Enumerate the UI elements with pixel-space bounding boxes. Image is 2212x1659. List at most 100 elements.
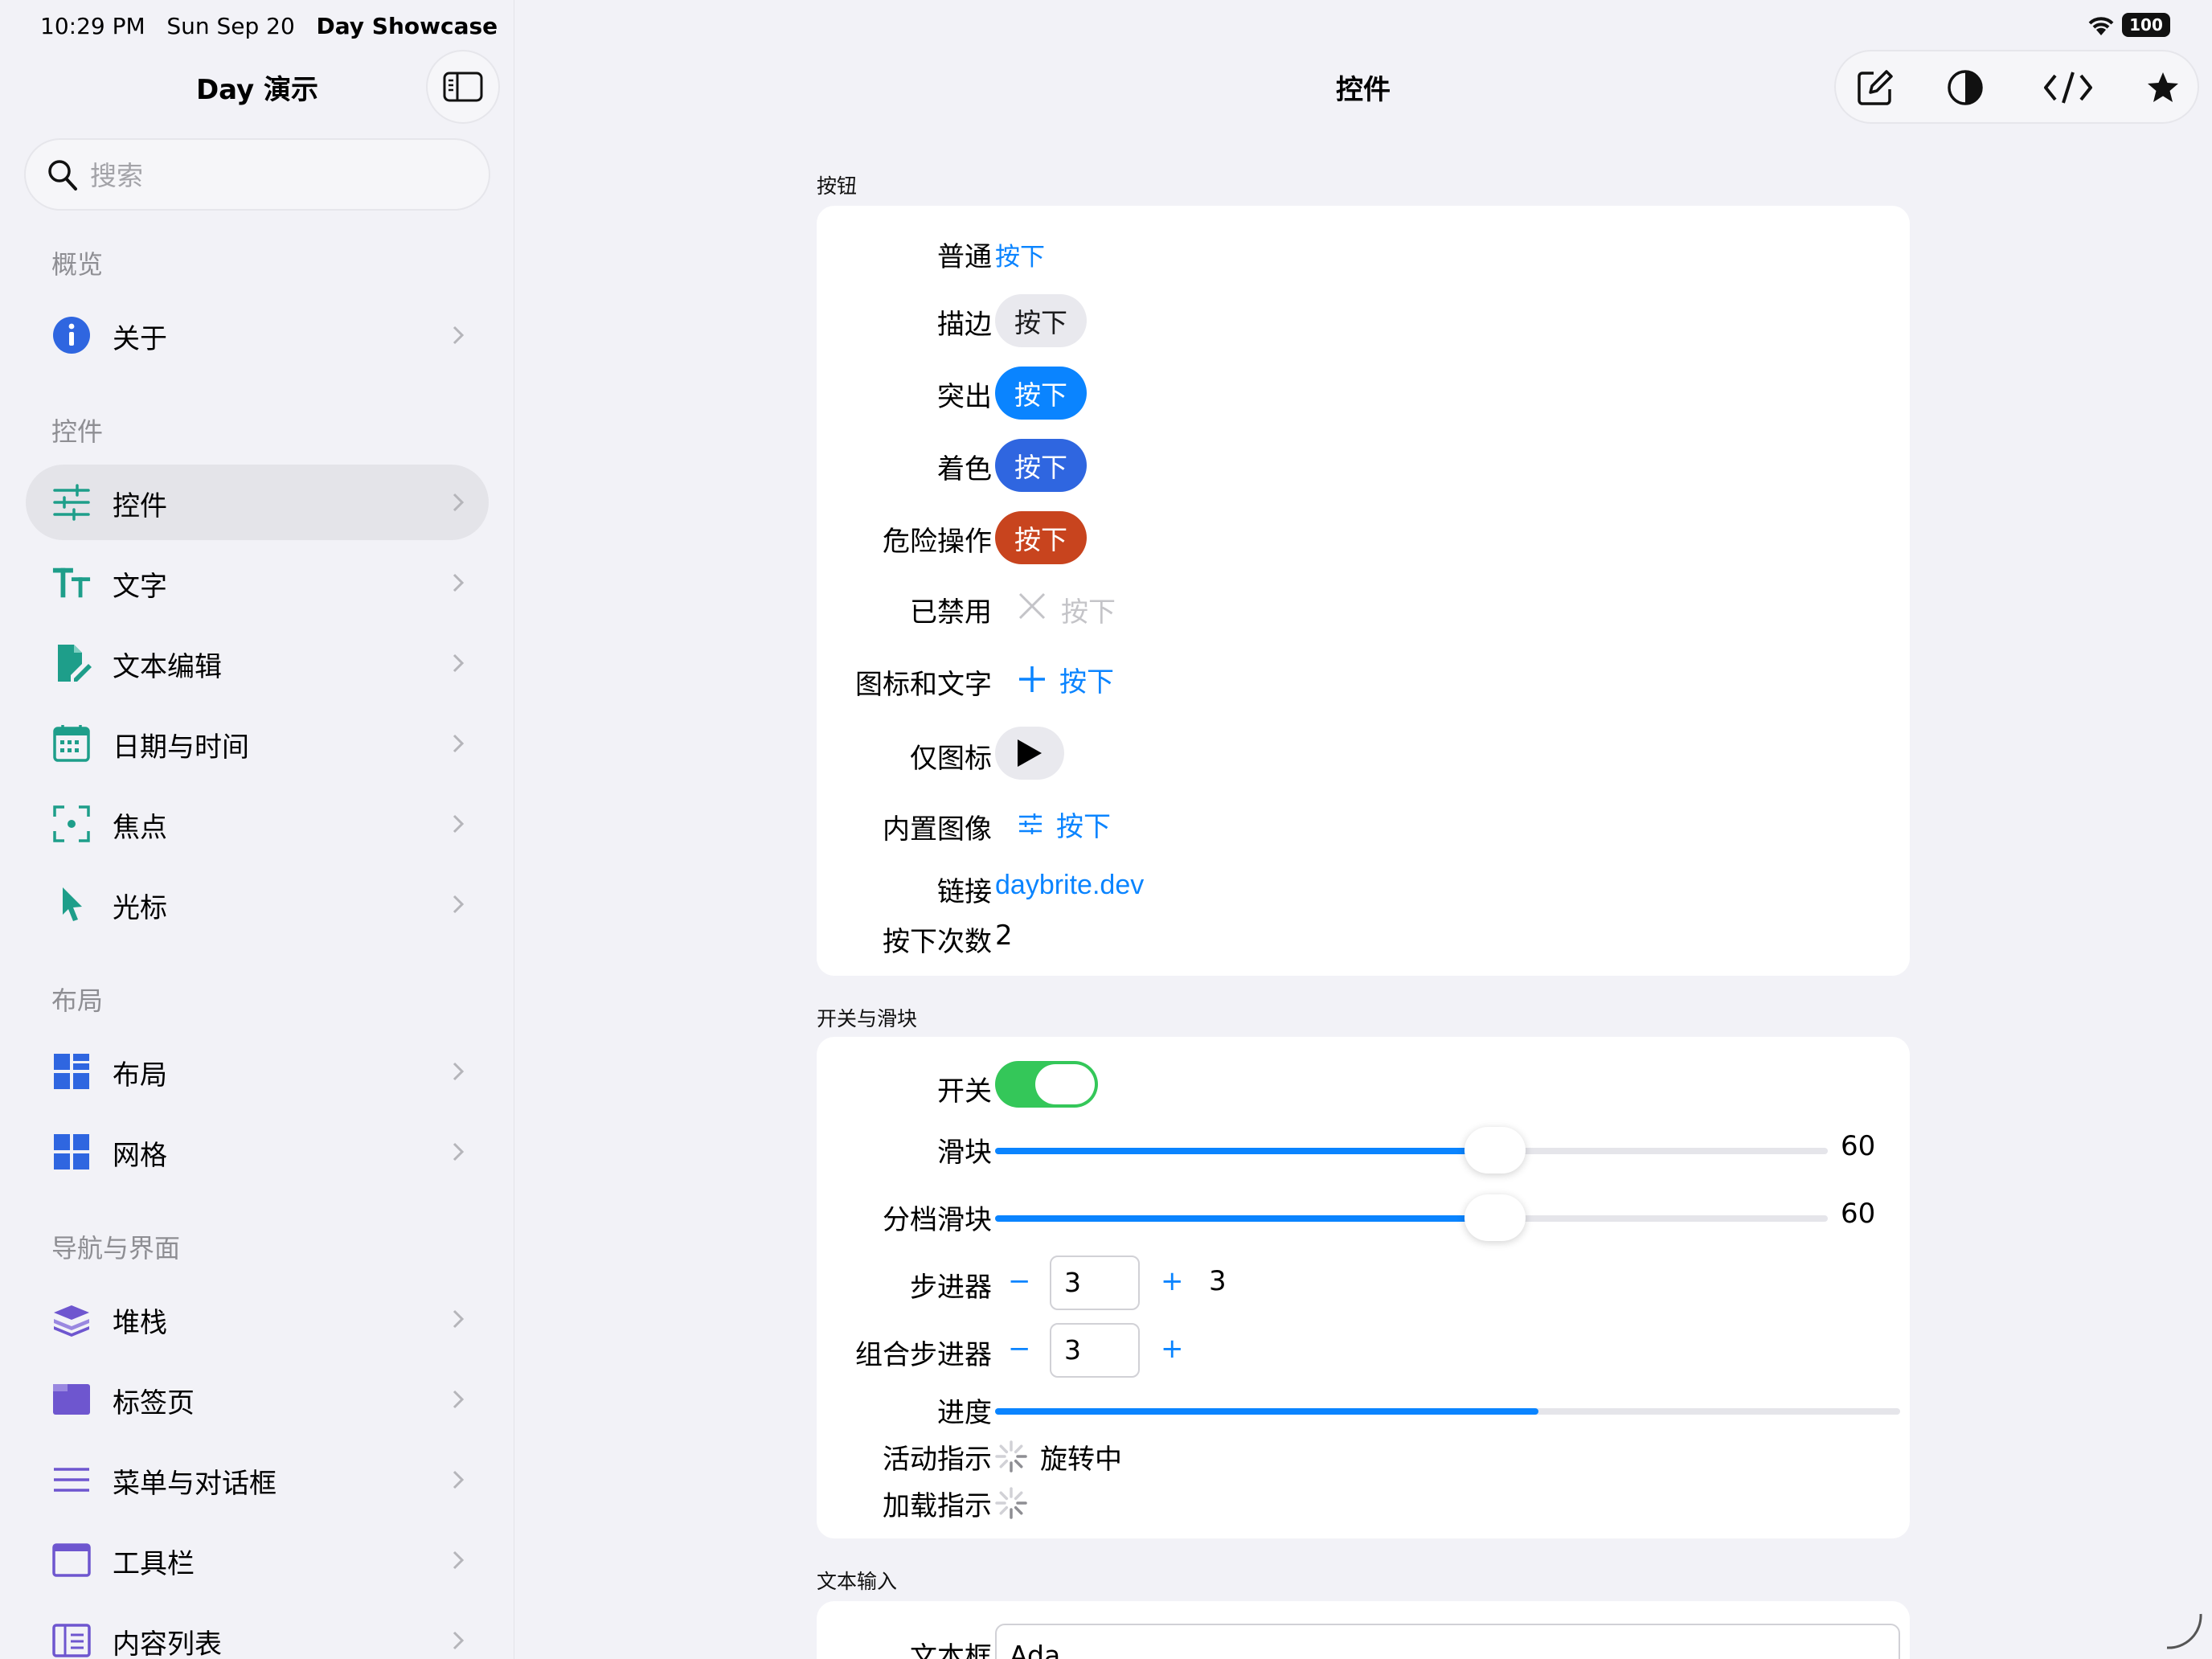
row-label: 分档滑块	[883, 1204, 992, 1236]
stack-icon	[51, 1299, 92, 1339]
tinted-button[interactable]: 按下	[995, 439, 1087, 492]
spinner-ray	[999, 1505, 1009, 1515]
chevron-right-icon	[453, 1142, 465, 1161]
battery-level: 100	[2129, 15, 2163, 35]
prominent-button[interactable]: 按下	[995, 367, 1087, 420]
spinner-ray	[1014, 1491, 1023, 1501]
play-button[interactable]	[995, 727, 1064, 780]
slider-thumb[interactable]	[1464, 1127, 1526, 1174]
disabled-button: 按下	[1061, 596, 1116, 629]
slider-fill	[995, 1215, 1495, 1222]
press-count-value: 2	[995, 920, 1013, 952]
focus-icon	[51, 804, 92, 844]
chevron-right-icon	[453, 1470, 465, 1489]
contrast-icon	[1948, 70, 1983, 105]
loading-spinner-icon	[995, 1487, 1027, 1519]
sidebar-item-label: 网格	[113, 1140, 167, 1172]
code-icon	[2044, 72, 2092, 104]
plain-button[interactable]: 按下	[995, 236, 1045, 272]
chevron-right-icon	[453, 1390, 465, 1409]
bordered-button[interactable]: 按下	[995, 294, 1087, 347]
cursor-icon	[51, 884, 92, 924]
slider[interactable]	[995, 1127, 1828, 1174]
sidebar-icon	[443, 72, 483, 102]
activity-text: 旋转中	[1040, 1444, 1122, 1476]
plus-icon	[1019, 666, 1045, 692]
section-layout: 布局	[51, 985, 104, 1016]
combo-stepper-decrement-button[interactable]: −	[1008, 1333, 1031, 1365]
row-label: 仅图标	[910, 743, 992, 775]
sidebar-item-label: 文字	[113, 571, 167, 603]
sidebar-item-focus[interactable]: 焦点	[26, 786, 489, 862]
chevron-right-icon	[453, 493, 465, 512]
chevron-right-icon	[453, 1550, 465, 1570]
sidebar-item-toolbar[interactable]: 工具栏	[26, 1522, 489, 1598]
document-edit-icon	[51, 643, 92, 683]
stepper-decrement-button[interactable]: −	[1008, 1265, 1031, 1297]
search-field[interactable]	[24, 138, 490, 211]
slider-thumb[interactable]	[1464, 1194, 1526, 1241]
row-label: 着色	[937, 453, 992, 485]
play-icon	[1018, 739, 1042, 767]
row-label: 加载指示	[883, 1490, 992, 1522]
chevron-right-icon	[453, 1309, 465, 1329]
sidebar-item-label: 焦点	[113, 812, 167, 844]
code-button[interactable]	[2042, 68, 2095, 108]
slider-value: 60	[1841, 1130, 1876, 1162]
text-input-card: 文本框 Ada	[817, 1601, 1910, 1659]
sidebar-item-text-editing[interactable]: 文本编辑	[26, 625, 489, 701]
section-overview: 概览	[51, 249, 104, 280]
sidebar-item-grid[interactable]: 网格	[26, 1114, 489, 1190]
stepped-slider[interactable]	[995, 1194, 1828, 1241]
progress-bar	[995, 1408, 1900, 1415]
sidebar-item-controls[interactable]: 控件	[26, 465, 489, 540]
appearance-button[interactable]	[1945, 68, 1985, 108]
sidebar-item-stack[interactable]: 堆栈	[26, 1281, 489, 1357]
chevron-right-icon	[453, 573, 465, 592]
sidebar-item-text[interactable]: 文字	[26, 545, 489, 621]
sidebar-item-label: 日期与时间	[113, 731, 249, 764]
destructive-button[interactable]: 按下	[995, 511, 1087, 564]
search-input[interactable]	[90, 153, 468, 198]
content-list-icon	[51, 1620, 92, 1659]
row-label: 文本框	[910, 1641, 992, 1659]
link[interactable]: daybrite.dev	[995, 870, 1144, 901]
status-date-text: Sun Sep 20	[166, 13, 295, 39]
toggle-switch[interactable]	[995, 1061, 1098, 1108]
sidebar-item-about[interactable]: 关于	[26, 297, 489, 373]
chevron-right-icon	[453, 1062, 465, 1081]
sidebar-toggle-button[interactable]	[426, 50, 500, 124]
icon-text-button[interactable]: 按下	[1018, 661, 1114, 698]
compose-button[interactable]	[1855, 68, 1895, 108]
section-navigation: 导航与界面	[51, 1233, 181, 1264]
row-label: 内置图像	[883, 813, 992, 846]
stepper-field[interactable]: 3	[1050, 1256, 1140, 1310]
stepper-increment-button[interactable]: +	[1161, 1265, 1184, 1297]
info-icon	[51, 315, 92, 355]
builtin-image-button[interactable]: 按下	[1018, 805, 1111, 843]
builtin-image-button-label: 按下	[1056, 810, 1111, 843]
sidebar-item-label: 布局	[113, 1059, 167, 1092]
sidebar-item-date-time[interactable]: 日期与时间	[26, 706, 489, 781]
text-field[interactable]: Ada	[995, 1624, 1900, 1659]
favorite-button[interactable]	[2143, 68, 2183, 108]
text-size-icon	[51, 563, 92, 603]
sidebar-item-tabs[interactable]: 标签页	[26, 1362, 489, 1437]
chevron-right-icon	[453, 734, 465, 753]
combo-stepper-field[interactable]: 3	[1050, 1323, 1140, 1378]
layout-icon	[51, 1051, 92, 1092]
sidebar-item-content-list[interactable]: 内容列表	[26, 1603, 489, 1659]
status-time-text: 10:29 PM	[40, 13, 145, 39]
resize-handle-icon[interactable]	[2164, 1611, 2204, 1651]
sidebar-item-menus[interactable]: 菜单与对话框	[26, 1442, 489, 1518]
row-label: 滑块	[937, 1137, 992, 1169]
close-icon	[1018, 592, 1046, 620]
combo-stepper-increment-button[interactable]: +	[1161, 1333, 1184, 1365]
spinner-ray	[999, 1459, 1009, 1469]
sidebar-item-cursor[interactable]: 光标	[26, 866, 489, 942]
row-label: 活动指示	[883, 1444, 992, 1476]
sidebar-item-label: 内容列表	[113, 1628, 222, 1659]
sidebar-item-layout[interactable]: 布局	[26, 1034, 489, 1109]
sidebar-item-label: 控件	[113, 490, 167, 522]
section-title-switches: 开关与滑块	[817, 1007, 918, 1030]
